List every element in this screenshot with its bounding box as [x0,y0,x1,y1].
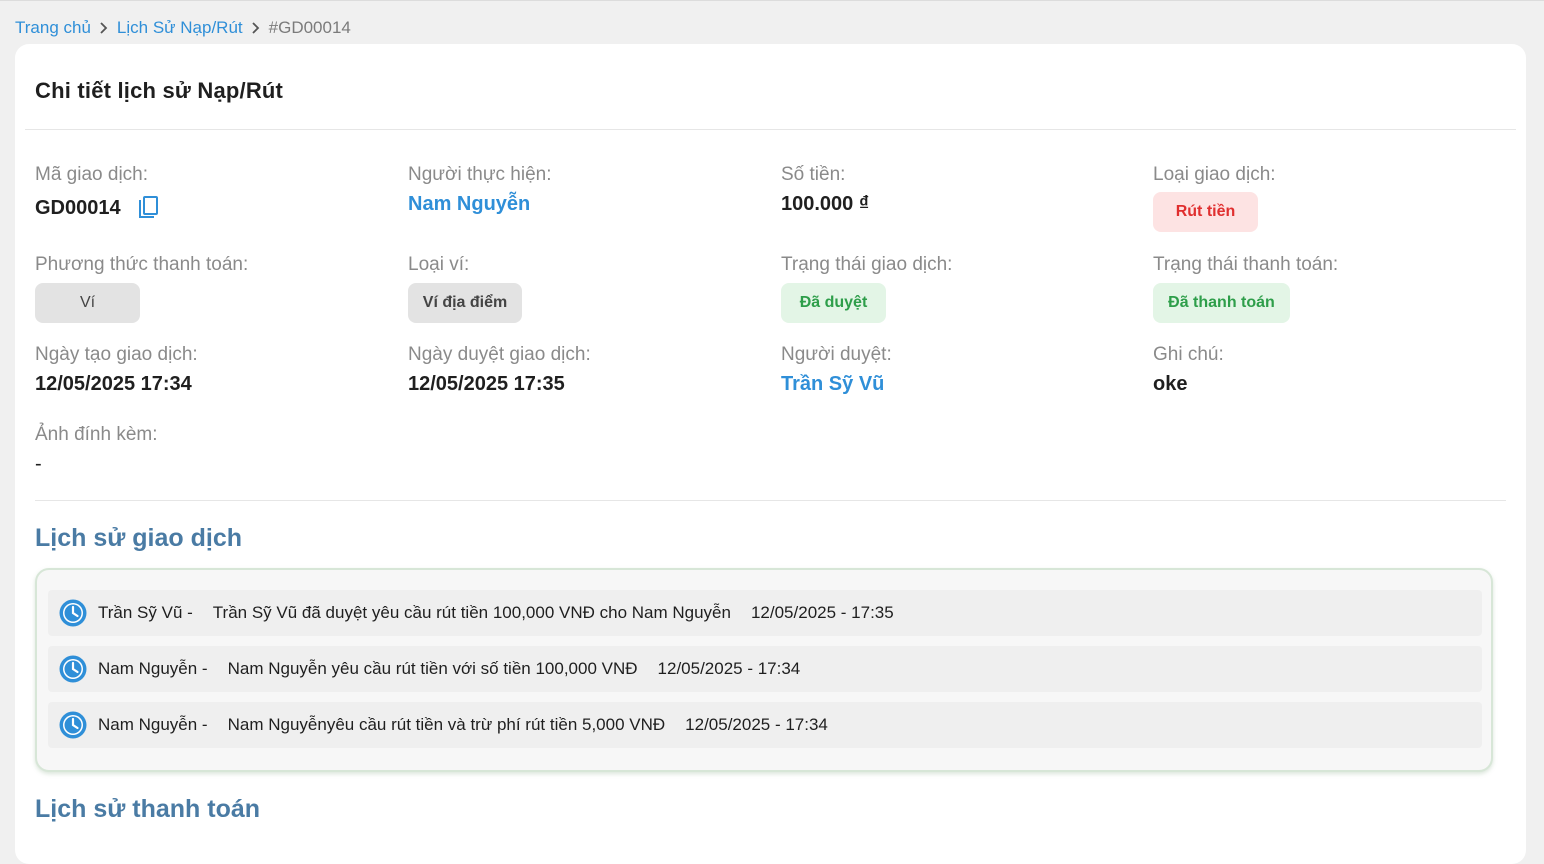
field-label: Trạng thái thanh toán: [1153,254,1339,275]
history-time: 12/05/2025 - 17:35 [750,603,894,622]
wallet-type-badge: Ví địa điểm [408,283,522,323]
page-title: Chi tiết lịch sử Nạp/Rút [35,78,284,103]
field-label: Ngày tạo giao dịch: [35,344,198,365]
field-approver: Người duyệt: Trần Sỹ Vũ [781,344,1141,396]
field-note: Ghi chú: oke [1153,344,1513,396]
history-item: Nam Nguyễn - Nam Nguyễnyêu cầu rút tiền … [48,702,1482,748]
history-time: 12/05/2025 - 17:34 [657,659,801,678]
field-label: Trạng thái giao dịch: [781,254,953,275]
transaction-status-badge: Đã duyệt [781,283,886,323]
field-label: Phương thức thanh toán: [35,254,249,275]
performer-link[interactable]: Nam Nguyễn [408,192,768,216]
field-transaction-type: Loại giao dịch: Rút tiền [1153,164,1513,232]
field-transaction-code: Mã giao dịch: GD00014 [35,164,395,221]
breadcrumb-current: #GD00014 [268,18,351,37]
field-approved-at: Ngày duyệt giao dịch: 12/05/2025 17:35 [408,344,768,396]
payment-method-badge: Ví [35,283,140,323]
history-item: Trần Sỹ Vũ - Trần Sỹ Vũ đã duyệt yêu cầu… [48,590,1482,636]
copy-icon[interactable] [137,195,161,221]
field-label: Ngày duyệt giao dịch: [408,344,591,365]
field-label: Mã giao dịch: [35,164,149,185]
history-message: Trần Sỹ Vũ đã duyệt yêu cầu rút tiền 100… [212,603,731,622]
title-divider [25,129,1516,130]
top-border [0,0,1544,1]
clock-icon [58,598,88,628]
section-divider [35,500,1506,501]
field-label: Người thực hiện: [408,164,552,185]
field-label: Người duyệt: [781,344,892,365]
field-created-at: Ngày tạo giao dịch: 12/05/2025 17:34 [35,344,395,396]
breadcrumb: Trang chủ Lịch Sử Nạp/Rút #GD00014 [15,17,351,39]
chevron-right-icon [91,22,117,34]
field-payment-method: Phương thức thanh toán: Ví [35,254,395,323]
history-message: Nam Nguyễnyêu cầu rút tiền và trừ phí rú… [227,715,666,734]
field-amount: Số tiền: 100.000 ₫ [781,164,1141,216]
field-label: Ghi chú: [1153,344,1224,365]
transaction-history-list: Trần Sỹ Vũ - Trần Sỹ Vũ đã duyệt yêu cầu… [35,568,1493,772]
clock-icon [58,654,88,684]
field-value-row: GD00014 [35,195,395,221]
field-label: Ảnh đính kèm: [35,424,158,445]
field-label: Số tiền: [781,164,846,185]
field-label: Loại giao dịch: [1153,164,1276,185]
history-actor: Nam Nguyễn - [98,715,208,734]
clock-icon [58,710,88,740]
transaction-history-title: Lịch sử giao dịch [35,524,243,552]
history-actor: Trần Sỹ Vũ - [98,603,193,622]
chevron-right-icon [243,22,269,34]
field-performer: Người thực hiện: Nam Nguyễn [408,164,768,216]
approved-at-value: 12/05/2025 17:35 [408,373,565,395]
note-value: oke [1153,373,1188,395]
transaction-type-badge: Rút tiền [1153,192,1258,232]
transaction-code-value: GD00014 [35,197,121,219]
transaction-detail-card: Chi tiết lịch sử Nạp/Rút Mã giao dịch: G… [15,44,1526,864]
approver-link[interactable]: Trần Sỹ Vũ [781,372,1141,396]
history-time: 12/05/2025 - 17:34 [685,715,828,734]
history-actor: Nam Nguyễn - [98,659,208,678]
created-at-value: 12/05/2025 17:34 [35,373,192,395]
payment-history-title: Lịch sử thanh toán [35,795,261,823]
amount-value: 100.000 ₫ [781,193,870,215]
payment-status-badge: Đã thanh toán [1153,283,1290,323]
breadcrumb-history-link[interactable]: Lịch Sử Nạp/Rút [117,18,243,38]
field-wallet-type: Loại ví: Ví địa điểm [408,254,768,323]
attachment-value: - [35,453,42,475]
history-item: Nam Nguyễn - Nam Nguyễn yêu cầu rút tiền… [48,646,1482,692]
field-label: Loại ví: [408,254,470,275]
field-transaction-status: Trạng thái giao dịch: Đã duyệt [781,254,1141,323]
field-attachment: Ảnh đính kèm: - [35,424,395,476]
breadcrumb-home-link[interactable]: Trang chủ [15,18,91,38]
field-payment-status: Trạng thái thanh toán: Đã thanh toán [1153,254,1513,323]
history-message: Nam Nguyễn yêu cầu rút tiền với số tiền … [227,659,638,678]
